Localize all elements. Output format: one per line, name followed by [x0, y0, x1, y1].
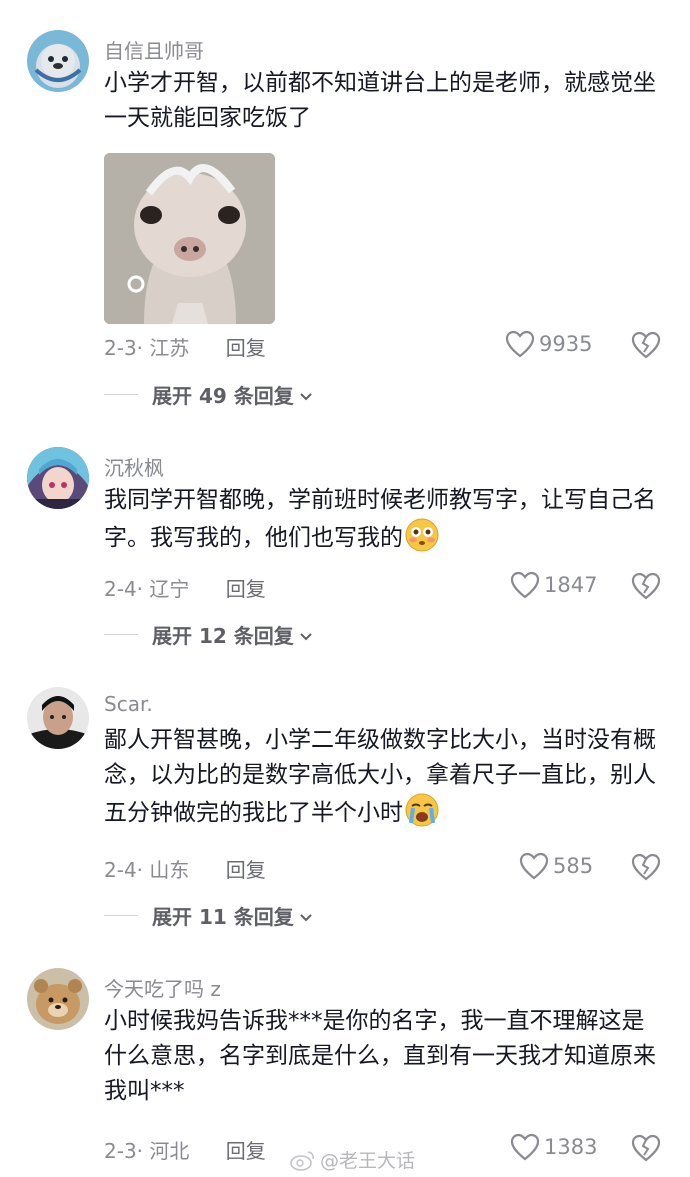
username[interactable]: 沉秋枫 [104, 452, 164, 481]
comment-text: 我同学开智都晚，学前班时候老师教写字，让写自己名字。我写我的，他们也写我的 [104, 483, 664, 556]
comment-meta: 2-4· 山东 回复 [104, 854, 266, 883]
avatar[interactable] [27, 968, 89, 1030]
username[interactable]: Scar. [104, 692, 153, 716]
like-button[interactable]: 585 [519, 852, 593, 880]
chevron-down-icon [299, 904, 313, 928]
reply-button[interactable]: 回复 [226, 858, 266, 882]
heart-icon [519, 852, 549, 880]
avatar[interactable] [27, 687, 89, 749]
comment-text: 小学才开智，以前都不知道讲台上的是老师，就感觉坐一天就能回家吃饭了 [104, 70, 656, 131]
like-count: 1847 [544, 573, 598, 597]
dislike-button[interactable] [631, 853, 661, 881]
expand-replies-button[interactable]: 展开 11 条回复 [104, 901, 313, 930]
broken-heart-icon [631, 1134, 661, 1162]
divider-line [104, 394, 138, 395]
avatar[interactable] [27, 30, 89, 92]
chevron-down-icon [299, 383, 313, 407]
heart-icon [510, 1133, 540, 1161]
like-count: 1383 [544, 1135, 598, 1159]
expand-replies-label: 展开 12 条回复 [152, 624, 294, 648]
dislike-button[interactable] [631, 1134, 661, 1162]
comment-text: 小时候我妈告诉我***是你的名字，我一直不理解这是什么意思，名字到底是什么，直到… [104, 1008, 656, 1104]
comment-meta: 2-3· 江苏 回复 [104, 332, 266, 361]
heart-icon [510, 571, 540, 599]
chevron-down-icon [299, 623, 313, 647]
comment-date-location: 2-4· 山东 [104, 858, 190, 882]
dislike-button[interactable] [631, 572, 661, 600]
comment-text: 鄙人开智甚晚，小学二年级做数字比大小，当时没有概念，以为比的是数字高低大小，拿着… [104, 723, 664, 831]
comment-date-location: 2-3· 江苏 [104, 336, 190, 360]
comment-date-location: 2-3· 河北 [104, 1139, 190, 1163]
username[interactable]: 自信且帅哥 [104, 35, 204, 64]
broken-heart-icon [631, 572, 661, 600]
dislike-button[interactable] [631, 331, 661, 359]
comment-image[interactable] [104, 153, 275, 324]
like-count: 585 [553, 854, 594, 878]
username[interactable]: 今天吃了吗 z [104, 973, 221, 1002]
comment-meta: 2-4· 辽宁 回复 [104, 573, 266, 602]
broken-heart-icon [631, 331, 661, 359]
comment-text-body: 我同学开智都晚，学前班时候老师教写字，让写自己名字。我写我的，他们也写我的 [104, 487, 656, 551]
comment-date-location: 2-4· 辽宁 [104, 577, 190, 601]
comment-meta: 2-3· 河北 回复 [104, 1135, 266, 1164]
like-button[interactable]: 9935 [505, 330, 592, 358]
heart-icon [505, 330, 535, 358]
flushed-face-emoji [405, 518, 439, 552]
divider-line [104, 915, 138, 916]
broken-heart-icon [631, 853, 661, 881]
expand-replies-label: 展开 49 条回复 [152, 384, 294, 408]
like-count: 9935 [539, 332, 593, 356]
weibo-logo-icon [290, 1149, 316, 1171]
reply-button[interactable]: 回复 [226, 336, 266, 360]
expand-replies-button[interactable]: 展开 12 条回复 [104, 620, 313, 649]
crying-face-emoji [405, 793, 439, 827]
watermark-text: @老王大话 [320, 1150, 416, 1172]
expand-replies-label: 展开 11 条回复 [152, 905, 294, 929]
watermark: @老王大话 [290, 1146, 415, 1173]
avatar[interactable] [27, 447, 89, 509]
like-button[interactable]: 1847 [510, 571, 597, 599]
expand-replies-button[interactable]: 展开 49 条回复 [104, 380, 313, 409]
like-button[interactable]: 1383 [510, 1133, 597, 1161]
reply-button[interactable]: 回复 [226, 1139, 266, 1163]
comment-text-body: 鄙人开智甚晚，小学二年级做数字比大小，当时没有概念，以为比的是数字高低大小，拿着… [104, 727, 656, 826]
divider-line [104, 634, 138, 635]
reply-button[interactable]: 回复 [226, 577, 266, 601]
